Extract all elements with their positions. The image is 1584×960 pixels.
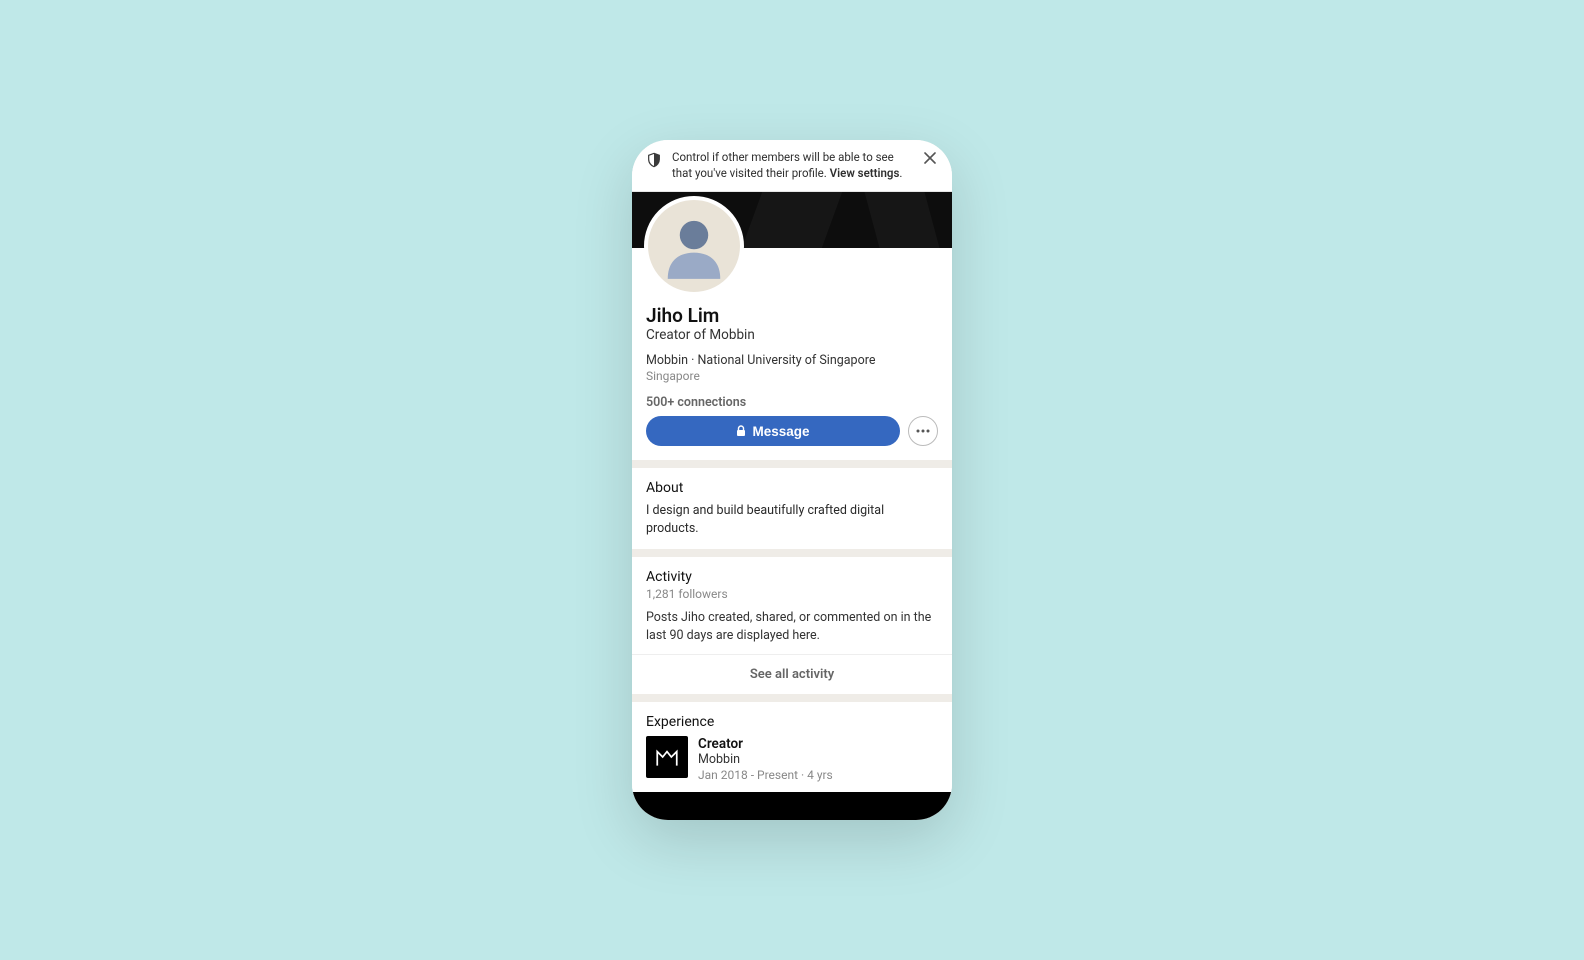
activity-heading: Activity [646,569,938,585]
profile-actions: Message [646,416,938,446]
more-button[interactable] [908,416,938,446]
shield-icon [646,151,662,169]
experience-heading: Experience [646,714,938,730]
message-button[interactable]: Message [646,416,900,446]
phone-frame: Control if other members will be able to… [632,140,952,820]
experience-dates: Jan 2018 - Present · 4 yrs [698,768,938,782]
more-icon [916,429,930,433]
activity-text: Posts Jiho created, shared, or commented… [646,609,938,644]
profile-headline: Creator of Mobbin [646,327,938,343]
person-icon [659,211,729,281]
about-heading: About [646,480,938,496]
mobbin-logo-icon [654,744,680,770]
connections-count[interactable]: 500+ connections [646,395,938,410]
privacy-notice: Control if other members will be able to… [632,140,952,192]
notice-text: Control if other members will be able to… [672,150,912,181]
experience-company: Mobbin [698,752,938,767]
home-indicator [632,792,952,820]
screen: Control if other members will be able to… [632,140,952,820]
followers-count[interactable]: 1,281 followers [646,587,938,601]
about-text: I design and build beautifully crafted d… [646,502,938,537]
lock-icon [736,425,746,437]
about-section: About I design and build beautifully cra… [632,468,952,549]
profile-org: Mobbin · National University of Singapor… [646,353,938,368]
notice-link[interactable]: View settings [830,166,900,180]
experience-section: Experience Creator Mobbin Jan 2018 - Pre… [632,702,952,794]
close-icon [924,152,936,164]
see-all-activity-button[interactable]: See all activity [632,654,952,694]
close-notice-button[interactable] [922,150,938,166]
activity-section: Activity 1,281 followers Posts Jiho crea… [632,557,952,694]
company-logo [646,736,688,778]
profile-header: Jiho Lim Creator of Mobbin Mobbin · Nati… [632,248,952,460]
avatar[interactable] [644,196,744,296]
experience-title: Creator [698,736,938,752]
experience-item[interactable]: Creator Mobbin Jan 2018 - Present · 4 yr… [646,736,938,782]
profile-location: Singapore [646,369,938,383]
message-label: Message [752,424,809,439]
experience-info: Creator Mobbin Jan 2018 - Present · 4 yr… [698,736,938,782]
